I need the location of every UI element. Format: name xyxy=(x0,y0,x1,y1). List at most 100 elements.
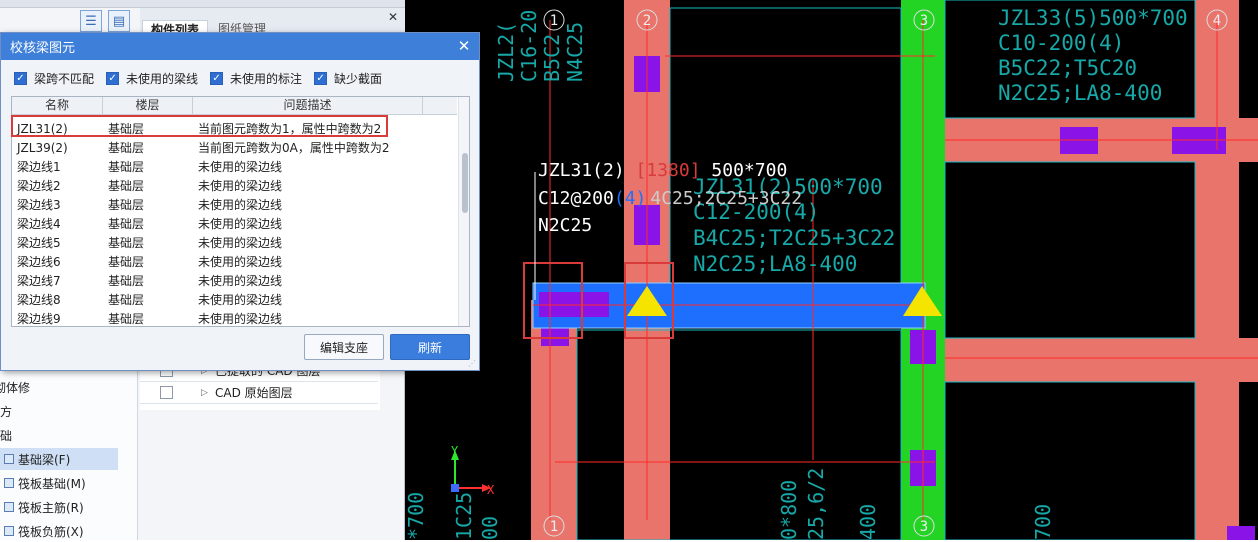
cell-floor: 基础层 xyxy=(108,255,145,269)
cell-name: 梁边线4 xyxy=(17,217,61,231)
top-toolbar-strip xyxy=(0,0,405,8)
table-scrollbar[interactable] xyxy=(458,97,469,326)
tree-item-raft-negative-rebar[interactable]: 筏板负筋(X) xyxy=(0,520,138,542)
tree-item-raft-foundation[interactable]: 筏板基础(M) xyxy=(0,472,138,494)
cell-issue: 未使用的梁边线 xyxy=(198,179,283,193)
column-header-issue[interactable]: 问题描述 xyxy=(193,97,423,115)
table-row[interactable]: 梁边线8 基础层 未使用的梁边线 xyxy=(12,290,457,309)
axis-label: 2 xyxy=(643,13,651,29)
svg-text:Y: Y xyxy=(451,444,459,458)
scrollbar-thumb[interactable] xyxy=(462,153,468,213)
list-view-icon[interactable]: ☰ xyxy=(80,10,102,32)
edit-support-button[interactable]: 编辑支座 xyxy=(304,334,384,360)
table-header: 名称 楼层 问题描述 xyxy=(12,97,457,115)
cad-text: B4C25;T2C25+3C22 xyxy=(693,226,895,250)
table-row[interactable]: 梁边线5 基础层 未使用的梁边线 xyxy=(12,233,457,252)
cad-text: JZL33(5)500*700 xyxy=(998,6,1188,30)
layer-checkbox[interactable] xyxy=(160,386,173,399)
ucs-icon: Y X xyxy=(451,444,495,497)
close-icon[interactable]: ✕ xyxy=(455,37,473,55)
table-row[interactable]: 梁边线2 基础层 未使用的梁边线 xyxy=(12,176,457,195)
table-row[interactable]: 梁边线4 基础层 未使用的梁边线 xyxy=(12,214,457,233)
expand-icon[interactable]: ▷ xyxy=(201,388,215,398)
tree-item-label: 基础梁(F) xyxy=(18,452,71,467)
layer-row-original[interactable]: ▷ CAD 原始图层 xyxy=(140,382,378,404)
filter-unused-annotations[interactable]: ✓ 未使用的标注 xyxy=(210,70,302,87)
cell-name: 梁边线7 xyxy=(17,274,61,288)
table-view-icon[interactable]: ▤ xyxy=(108,10,130,32)
cell-issue: 未使用的梁边线 xyxy=(198,217,283,231)
checkbox[interactable]: ✓ xyxy=(106,71,120,85)
filter-span-mismatch[interactable]: ✓ 梁跨不匹配 xyxy=(14,70,94,87)
table-row[interactable]: 梁边线7 基础层 未使用的梁边线 xyxy=(12,271,457,290)
cell-name: 梁边线1 xyxy=(17,160,61,174)
beam-label-line2: C12@200(4) 4C25;2C25+3C22 xyxy=(538,188,802,209)
cell-name: 梁边线5 xyxy=(17,236,61,250)
cell-floor: 基础层 xyxy=(108,312,145,326)
cad-text: C10-200(4) xyxy=(998,31,1124,55)
column-header-name[interactable]: 名称 xyxy=(12,97,103,115)
table-row[interactable]: 梁边线3 基础层 未使用的梁边线 xyxy=(12,195,457,214)
axis-label: 3 xyxy=(920,519,928,535)
dialog-titlebar[interactable]: 校核梁图元 ✕ xyxy=(1,33,479,60)
checkbox[interactable]: ✓ xyxy=(314,71,328,85)
cell-issue: 未使用的梁边线 xyxy=(198,198,283,212)
tree-item-earthwork[interactable]: 土方 xyxy=(0,400,126,422)
cell-issue: 未使用的梁边线 xyxy=(198,274,283,288)
cell-floor: 基础层 xyxy=(108,179,145,193)
axis-label: 1 xyxy=(550,519,558,535)
table-row[interactable]: 梁边线1 基础层 未使用的梁边线 xyxy=(12,157,457,176)
cad-text-vertical: C16-20 xyxy=(517,10,541,82)
column-header-floor[interactable]: 楼层 xyxy=(103,97,193,115)
table-row[interactable]: 梁边线6 基础层 未使用的梁边线 xyxy=(12,252,457,271)
svg-text:X: X xyxy=(487,483,495,497)
tree-item-masonry[interactable]: 砌体修 xyxy=(0,376,132,398)
cell-name: 梁边线8 xyxy=(17,293,61,307)
cell-name: JZL39(2) xyxy=(17,140,68,155)
cad-canvas[interactable]: 1 2 3 4 1 3 JZL33(5)500*700 C10-200(4) B… xyxy=(405,0,1258,540)
cell-issue: 未使用的梁边线 xyxy=(198,236,283,250)
cell-name: 梁边线6 xyxy=(17,255,61,269)
cad-text-vertical: 0*800 xyxy=(777,480,801,540)
check-beam-dialog: 校核梁图元 ✕ ✓ 梁跨不匹配 ✓ 未使用的梁线 ✓ 未使用的标注 ✓ 缺少截面 名称 … xyxy=(0,32,480,371)
tree-item-label: 筏板基础(M) xyxy=(18,476,86,491)
raft-main-rebar-icon xyxy=(4,502,14,512)
cell-issue: 当前图元跨数为0A，属性中跨数为2 xyxy=(198,141,390,155)
beam-label-line3: N2C25 xyxy=(538,215,592,236)
raft-foundation-icon xyxy=(4,478,14,488)
cell-issue: 未使用的梁边线 xyxy=(198,312,283,326)
cell-name: 梁边线3 xyxy=(17,198,61,212)
filter-label: 未使用的梁线 xyxy=(126,71,199,86)
cell-issue: 未使用的梁边线 xyxy=(198,160,283,174)
cell-floor: 基础层 xyxy=(108,274,145,288)
cell-issue: 未使用的梁边线 xyxy=(198,255,283,269)
cad-text-vertical: 00 xyxy=(478,516,502,540)
tree-item-label: 土方 xyxy=(0,404,13,419)
axis-label: 1 xyxy=(550,13,558,29)
cad-text-vertical: 1C25 xyxy=(452,492,476,540)
filter-unused-beam-lines[interactable]: ✓ 未使用的梁线 xyxy=(106,70,198,87)
highlight-box-row xyxy=(11,115,388,137)
tree-item-foundation-beam[interactable]: 基础梁(F) xyxy=(0,448,118,470)
cad-text: N2C25;LA8-400 xyxy=(693,252,857,276)
filter-label: 缺少截面 xyxy=(334,71,383,86)
cad-text-vertical: JZL2( xyxy=(494,22,518,82)
panel-close-icon[interactable]: ✕ xyxy=(388,10,398,24)
checkbox[interactable]: ✓ xyxy=(210,71,224,85)
cad-text-vertical: 25,6/2 xyxy=(804,468,828,540)
cell-floor: 基础层 xyxy=(108,141,145,155)
axis-label: 4 xyxy=(1213,13,1221,29)
tree-item-foundation[interactable]: 基础 xyxy=(0,424,126,446)
cad-text: N2C25;LA8-400 xyxy=(998,81,1162,105)
cad-drawing: 1 2 3 4 1 3 JZL33(5)500*700 C10-200(4) B… xyxy=(405,0,1258,540)
table-row[interactable]: JZL39(2) 基础层 当前图元跨数为0A，属性中跨数为2 xyxy=(12,138,457,157)
filter-missing-section[interactable]: ✓ 缺少截面 xyxy=(314,70,382,87)
table-row[interactable]: 梁边线9 基础层 未使用的梁边线 xyxy=(12,309,457,326)
beam-label-line1: JZL31(2) [1380] 500*700 xyxy=(538,160,787,181)
cad-text-vertical: B5C2 xyxy=(540,34,564,82)
checkbox[interactable]: ✓ xyxy=(14,71,27,85)
column-marker xyxy=(1227,526,1255,540)
resize-grip-icon[interactable]: ⋰ xyxy=(468,359,477,368)
tree-item-raft-main-rebar[interactable]: 筏板主筋(R) xyxy=(0,496,138,518)
refresh-button[interactable]: 刷新 xyxy=(390,334,470,360)
